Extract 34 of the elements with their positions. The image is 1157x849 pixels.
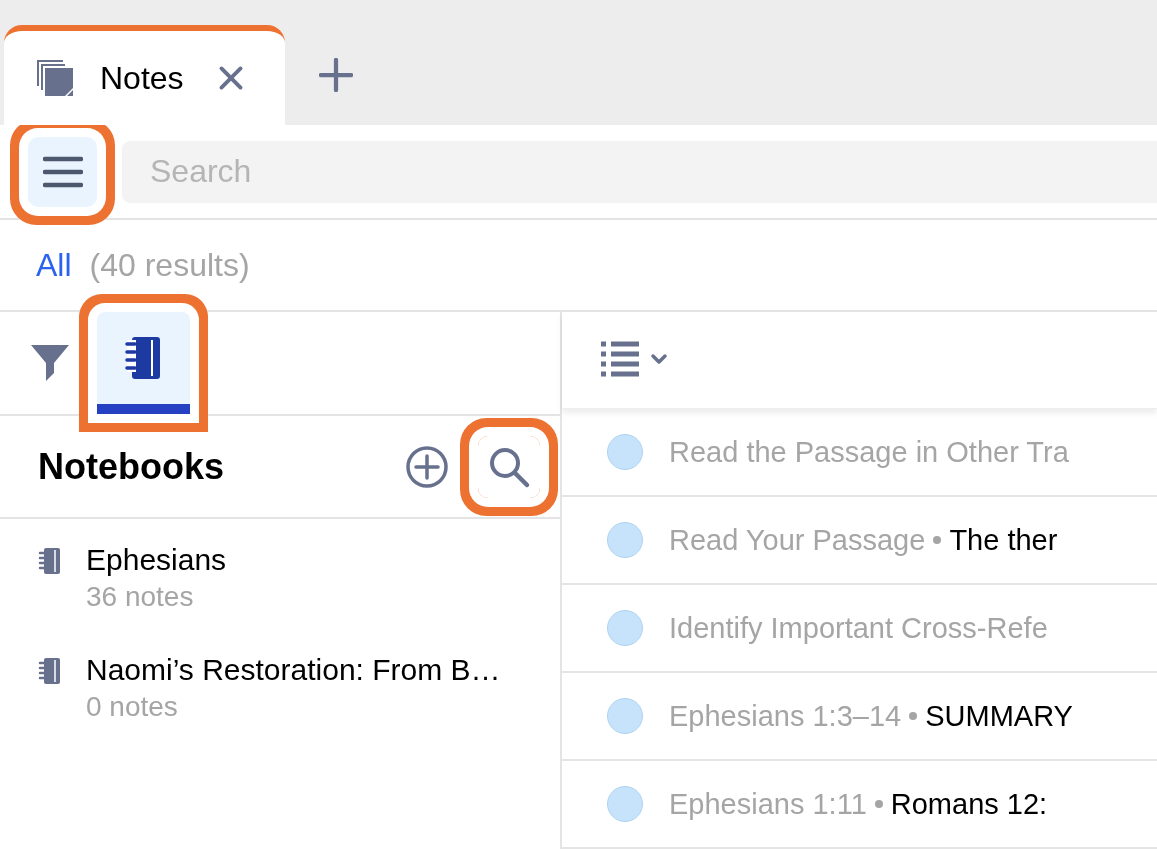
note-text: The ther bbox=[949, 523, 1058, 557]
results-count: (40 results) bbox=[89, 246, 250, 284]
status-dot bbox=[607, 698, 643, 734]
status-dot bbox=[607, 522, 643, 558]
tab[interactable]: Notes bbox=[4, 25, 285, 125]
plus-circle-icon bbox=[405, 444, 449, 489]
notebook-name[interactable]: Ephesians bbox=[86, 543, 227, 577]
status-dot bbox=[607, 434, 643, 470]
note-title[interactable]: Ephesians 1:11 bbox=[669, 787, 867, 821]
all-link[interactable]: All bbox=[36, 246, 72, 284]
status-dot bbox=[607, 610, 643, 646]
notebook-count: 36 notes bbox=[86, 581, 195, 613]
tab-label: Notes bbox=[100, 59, 184, 97]
funnel-icon bbox=[30, 343, 70, 383]
note-title[interactable]: Read Your Passage bbox=[669, 523, 926, 557]
add-tab-icon[interactable] bbox=[319, 58, 353, 92]
note-text: SUMMARY bbox=[925, 699, 1073, 733]
note-title[interactable]: Identify Important Cross-Refe bbox=[669, 611, 1048, 645]
separator-dot bbox=[909, 712, 918, 720]
search-field[interactable]: Search bbox=[122, 140, 1157, 203]
separator-dot bbox=[933, 536, 942, 544]
status-dot bbox=[607, 786, 643, 822]
note-text: Romans 12: bbox=[890, 787, 1048, 821]
menu-icon bbox=[42, 155, 83, 188]
notebook-name[interactable]: Naomi’s Restoration: From B… bbox=[86, 653, 501, 687]
notes-stack-icon bbox=[36, 58, 76, 98]
panel-title: Notebooks bbox=[38, 445, 225, 488]
notebook-count: 0 notes bbox=[86, 691, 179, 723]
note-title[interactable]: Read the Passage in Other Tra bbox=[669, 435, 1069, 469]
separator-dot bbox=[874, 800, 883, 808]
notebook-icon bbox=[38, 547, 62, 575]
note-title[interactable]: Ephesians 1:3–14 bbox=[669, 699, 902, 733]
close-icon[interactable] bbox=[217, 65, 244, 91]
notebook-icon bbox=[38, 657, 62, 685]
